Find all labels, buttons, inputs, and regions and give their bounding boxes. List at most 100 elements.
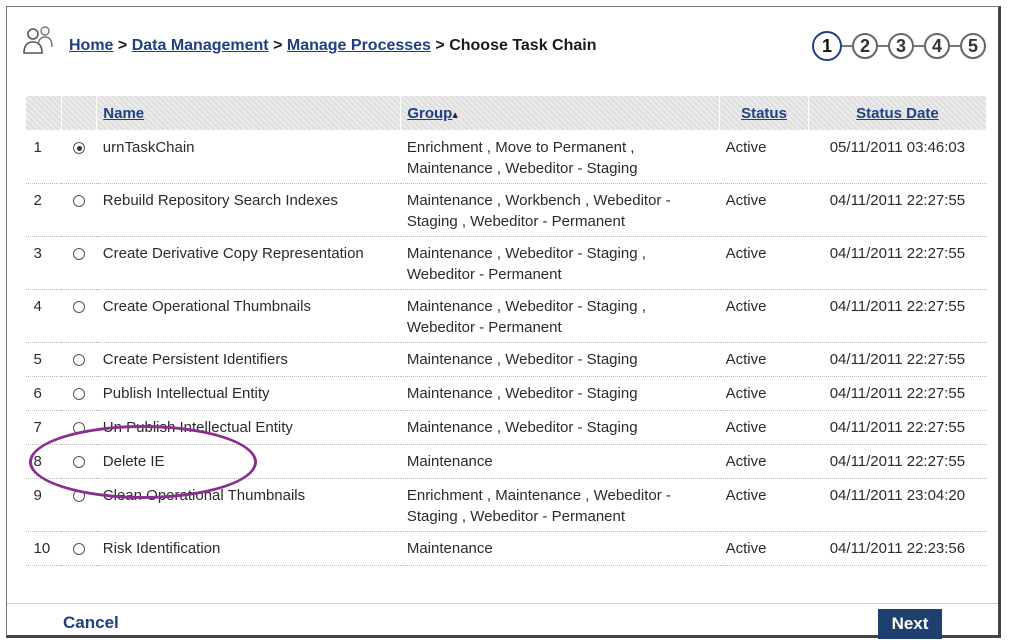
task-chain-radio[interactable] [73, 388, 86, 400]
table-row[interactable]: 8 Delete IE Maintenance Active 04/11/2011 22… [25, 444, 987, 479]
breadcrumb-separator: > [435, 37, 445, 54]
wizard-steps: 1 2 3 4 5 [812, 31, 986, 61]
row-status-date: 04/11/2011 22:23:56 [808, 531, 987, 566]
table-body: 1 urnTaskChain Enrichment , Move to Perman… [25, 130, 987, 566]
step-connector [914, 45, 924, 47]
sort-by-status-link[interactable]: Status [741, 105, 787, 122]
row-name: Delete IE [96, 444, 401, 479]
row-name: Rebuild Repository Search Indexes [96, 183, 401, 237]
row-radio [61, 531, 97, 566]
step-connector [878, 45, 888, 47]
sort-by-name-link[interactable]: Name [103, 105, 144, 122]
table-row[interactable]: 6 Publish Intellectual Entity Maintenance … [25, 376, 987, 411]
breadcrumb-home[interactable]: Home [69, 37, 113, 54]
header-num [25, 95, 62, 131]
task-chain-table-wrap: Name Group▴ Status Status Date 1 urnTaskC… [25, 95, 988, 566]
step-3[interactable]: 3 [888, 33, 914, 59]
table-row[interactable]: 3 Create Derivative Copy Representation Ma… [25, 236, 987, 290]
task-chain-radio[interactable] [73, 422, 86, 434]
breadcrumb-manage-processes[interactable]: Manage Processes [287, 37, 431, 54]
breadcrumb: Home > Data Management > Manage Processe… [69, 37, 597, 55]
row-number: 4 [25, 289, 62, 343]
sort-by-group-link[interactable]: Group [407, 105, 452, 122]
row-name: Un Publish Intellectual Entity [96, 410, 401, 445]
row-status: Active [719, 183, 809, 237]
row-group: Maintenance , Webeditor - Staging [400, 410, 720, 445]
header-status[interactable]: Status [719, 95, 809, 131]
header-status-date[interactable]: Status Date [807, 95, 988, 131]
row-status-date: 05/11/2011 03:46:03 [808, 130, 987, 184]
row-status-date: 04/11/2011 22:27:55 [808, 410, 987, 445]
table-row[interactable]: 1 urnTaskChain Enrichment , Move to Perman… [25, 130, 987, 184]
row-name: Create Persistent Identifiers [96, 342, 401, 377]
table-header-row: Name Group▴ Status Status Date [25, 95, 988, 131]
task-chain-radio[interactable] [73, 301, 86, 313]
row-group: Maintenance , Webeditor - Staging , Webe… [400, 289, 720, 343]
row-radio [61, 342, 97, 377]
step-1[interactable]: 1 [812, 31, 842, 61]
task-chain-radio[interactable] [73, 354, 86, 366]
row-radio [61, 410, 97, 445]
row-status-date: 04/11/2011 22:27:55 [808, 183, 987, 237]
row-group: Maintenance , Webeditor - Staging [400, 376, 720, 411]
row-status-date: 04/11/2011 22:27:55 [808, 342, 987, 377]
users-group-icon [23, 26, 53, 54]
task-chain-radio[interactable] [73, 142, 86, 154]
row-radio [61, 236, 97, 290]
table-row[interactable]: 5 Create Persistent Identifiers Maintenanc… [25, 342, 987, 377]
header-group[interactable]: Group▴ [400, 95, 721, 131]
task-chain-radio[interactable] [73, 490, 86, 502]
row-group: Maintenance , Workbench , Webeditor - St… [400, 183, 720, 237]
table-row[interactable]: 2 Rebuild Repository Search Indexes Mainte… [25, 183, 987, 237]
row-radio [61, 130, 97, 184]
row-name: Create Derivative Copy Representation [96, 236, 401, 290]
step-connector [842, 45, 852, 47]
task-chain-radio[interactable] [73, 248, 86, 260]
row-status: Active [719, 444, 809, 479]
step-2[interactable]: 2 [852, 33, 878, 59]
row-radio [61, 444, 97, 479]
row-number: 7 [25, 410, 62, 445]
row-status: Active [719, 531, 809, 566]
row-name: Create Operational Thumbnails [96, 289, 401, 343]
row-group: Enrichment , Maintenance , Webeditor - S… [400, 478, 720, 532]
step-connector [950, 45, 960, 47]
row-number: 10 [25, 531, 62, 566]
row-status-date: 04/11/2011 22:27:55 [808, 444, 987, 479]
task-chain-radio[interactable] [73, 456, 86, 468]
header-radio [60, 95, 98, 131]
table-row[interactable]: 10 Risk Identification Maintenance Active 04… [25, 531, 987, 566]
cancel-link[interactable]: Cancel [63, 613, 119, 633]
row-number: 8 [25, 444, 62, 479]
row-status: Active [719, 236, 809, 290]
breadcrumb-data-management[interactable]: Data Management [132, 37, 269, 54]
table-row[interactable]: 7 Un Publish Intellectual Entity Maintenan… [25, 410, 987, 445]
row-name: Clean Operational Thumbnails [96, 478, 401, 532]
row-status: Active [719, 478, 809, 532]
task-chain-radio[interactable] [73, 543, 86, 555]
row-radio [61, 183, 97, 237]
breadcrumb-separator: > [117, 37, 128, 54]
task-chain-radio[interactable] [73, 195, 86, 207]
row-status: Active [719, 130, 809, 184]
row-number: 1 [25, 130, 62, 184]
table-row[interactable]: 4 Create Operational Thumbnails Maintenanc… [25, 289, 987, 343]
row-status: Active [719, 342, 809, 377]
sort-by-status-date-link[interactable]: Status Date [856, 105, 939, 122]
sort-ascending-icon: ▴ [452, 108, 458, 121]
header-name[interactable]: Name [96, 95, 402, 131]
step-5[interactable]: 5 [960, 33, 986, 59]
row-status: Active [719, 289, 809, 343]
row-group: Maintenance , Webeditor - Staging [400, 342, 720, 377]
footer-divider [7, 603, 998, 604]
row-number: 3 [25, 236, 62, 290]
task-chain-table: Name Group▴ Status Status Date 1 urnTaskC… [25, 95, 988, 566]
row-name: Publish Intellectual Entity [96, 376, 401, 411]
row-group: Maintenance , Webeditor - Staging , Webe… [400, 236, 720, 290]
row-status: Active [719, 410, 809, 445]
next-button[interactable]: Next [878, 609, 942, 639]
breadcrumb-current: Choose Task Chain [449, 37, 597, 54]
step-4[interactable]: 4 [924, 33, 950, 59]
row-name: Risk Identification [96, 531, 401, 566]
table-row[interactable]: 9 Clean Operational Thumbnails Enrichment … [25, 478, 987, 532]
